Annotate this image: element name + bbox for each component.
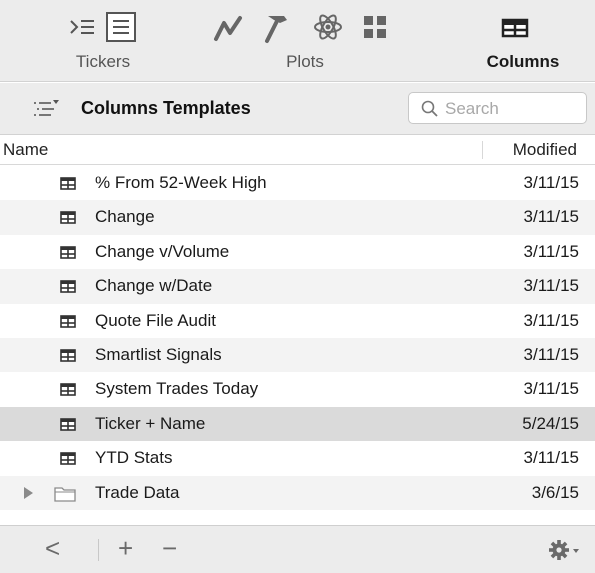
table-row[interactable]: YTD Stats 3/11/15 xyxy=(0,441,595,475)
row-name: Change xyxy=(95,207,155,227)
table-template-icon xyxy=(60,211,76,229)
table-template-icon xyxy=(60,383,76,401)
row-name: YTD Stats xyxy=(95,448,173,468)
row-name: Trade Data xyxy=(95,482,180,502)
toolbar: Tickers Plots Columns xyxy=(0,0,595,82)
row-modified: 3/11/15 xyxy=(523,276,579,296)
table-row[interactable]: Smartlist Signals 3/11/15 xyxy=(0,337,595,373)
template-list: % From 52-Week High 3/11/15 Change 3/11/… xyxy=(0,166,595,510)
add-button[interactable]: + xyxy=(118,534,133,562)
bottom-bar: < + − xyxy=(0,525,595,573)
atom-icon[interactable] xyxy=(312,11,344,43)
row-name: Smartlist Signals xyxy=(95,344,222,364)
table-row[interactable]: Change 3/11/15 xyxy=(0,200,595,235)
table-row[interactable]: % From 52-Week High 3/11/15 xyxy=(0,166,595,200)
line-chart-icon[interactable] xyxy=(212,13,246,43)
templates-header: Columns Templates Search xyxy=(0,83,595,135)
list-indent-icon[interactable] xyxy=(68,16,98,42)
folder-row[interactable]: Trade Data 3/6/15 xyxy=(0,475,595,510)
table-row[interactable]: System Trades Today 3/11/15 xyxy=(0,372,595,406)
document-list-icon[interactable] xyxy=(104,10,138,44)
grid-icon[interactable] xyxy=(362,14,388,40)
tab-plots[interactable]: Plots xyxy=(260,52,350,72)
table-template-icon xyxy=(60,280,76,298)
folder-icon xyxy=(54,486,76,507)
row-modified: 3/11/15 xyxy=(523,241,579,261)
row-modified: 3/11/15 xyxy=(523,310,579,330)
row-modified: 3/11/15 xyxy=(523,173,579,192)
table-template-icon xyxy=(60,314,76,333)
tab-tickers[interactable]: Tickers xyxy=(58,52,148,72)
table-row[interactable]: Change v/Volume 3/11/15 xyxy=(0,235,595,269)
table-row[interactable]: Change w/Date 3/11/15 xyxy=(0,269,595,304)
row-name: System Trades Today xyxy=(95,379,259,399)
row-modified: 5/24/15 xyxy=(522,413,579,433)
remove-button[interactable]: − xyxy=(162,534,177,562)
divider xyxy=(98,539,99,561)
table-template-icon xyxy=(60,245,76,264)
tab-columns[interactable]: Columns xyxy=(468,52,578,72)
row-modified: 3/6/15 xyxy=(531,482,579,502)
table-template-icon xyxy=(60,177,76,195)
template-list-icon[interactable] xyxy=(31,97,61,121)
search-icon xyxy=(421,100,439,123)
row-name: Change v/Volume xyxy=(95,241,230,261)
templates-title: Columns Templates xyxy=(81,98,251,118)
row-modified: 3/11/15 xyxy=(523,344,579,364)
row-modified: 3/11/15 xyxy=(523,379,579,399)
row-name: % From 52-Week High xyxy=(95,173,267,192)
column-header-modified[interactable]: Modified xyxy=(513,140,577,160)
row-modified: 3/11/15 xyxy=(523,448,579,468)
table-columns-icon[interactable] xyxy=(500,17,530,39)
row-name: Quote File Audit xyxy=(95,310,216,330)
row-name: Ticker + Name xyxy=(95,413,206,433)
table-row-selected[interactable]: Ticker + Name 5/24/15 xyxy=(0,406,595,442)
table-template-icon xyxy=(60,452,76,470)
column-header-row: Name Modified xyxy=(0,135,595,165)
column-divider[interactable] xyxy=(482,141,483,159)
table-row[interactable]: Quote File Audit 3/11/15 xyxy=(0,304,595,338)
gear-menu-icon[interactable] xyxy=(548,538,582,562)
search-placeholder: Search xyxy=(445,99,499,118)
row-modified: 3/11/15 xyxy=(523,207,579,227)
row-name: Change w/Date xyxy=(95,276,213,296)
disclosure-triangle-icon[interactable] xyxy=(24,486,33,499)
hammer-icon[interactable] xyxy=(260,10,294,44)
back-button[interactable]: < xyxy=(45,534,60,562)
column-header-name[interactable]: Name xyxy=(3,140,48,160)
search-field[interactable]: Search xyxy=(408,92,587,124)
table-template-icon xyxy=(60,417,76,436)
table-template-icon xyxy=(60,349,76,367)
